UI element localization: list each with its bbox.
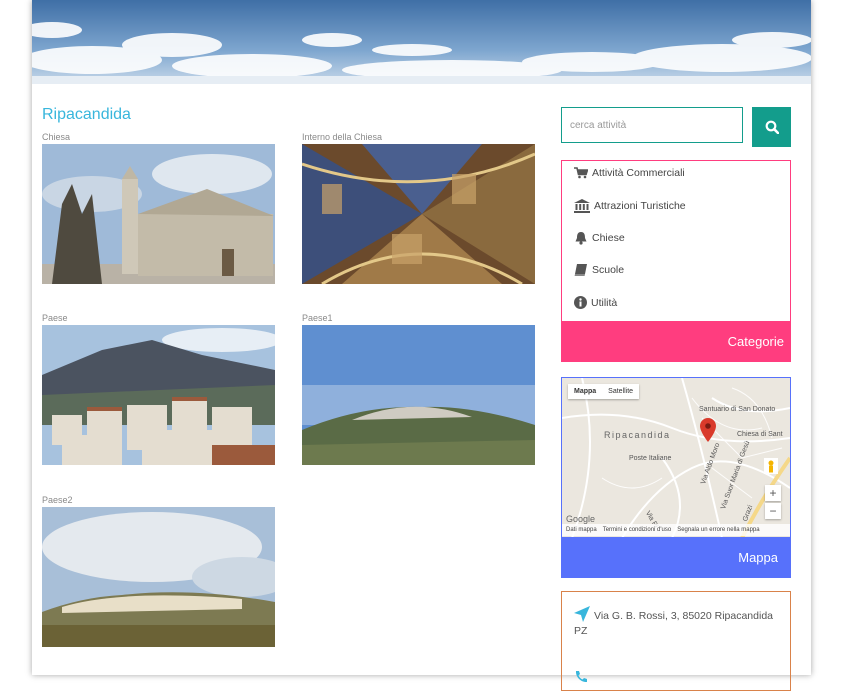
fresco-photo[interactable] xyxy=(302,144,535,284)
photo-card[interactable]: Paese2 xyxy=(42,494,275,647)
pegman-icon xyxy=(764,458,778,474)
category-label: Scuole xyxy=(592,264,625,276)
map-poi-label: Poste Italiane xyxy=(629,455,672,462)
photo-card[interactable]: Paese xyxy=(42,312,275,465)
categories-footer: Categorie xyxy=(562,321,790,361)
map-town-label: Ripacandida xyxy=(604,430,671,440)
book-icon xyxy=(574,264,587,276)
hill-town-photo[interactable] xyxy=(302,325,535,465)
photo-card[interactable]: Interno della Chiesa xyxy=(302,131,535,284)
category-label: Attività Commerciali xyxy=(592,167,685,179)
category-label: Chiese xyxy=(592,232,625,244)
map-footer: Mappa xyxy=(562,537,790,577)
map-terms-link[interactable]: Termini e condizioni d'uso xyxy=(603,527,672,533)
photo-caption: Interno della Chiesa xyxy=(302,132,383,142)
map-canvas[interactable] xyxy=(562,378,790,538)
town-panorama-photo[interactable] xyxy=(42,507,275,647)
bank-icon xyxy=(574,199,590,213)
category-item-utilities[interactable]: Utilità xyxy=(574,296,617,309)
category-label: Attrazioni Turistiche xyxy=(594,200,686,212)
map-poi-label: Santuario di San Donato xyxy=(699,406,776,413)
church-photo[interactable] xyxy=(42,144,275,284)
map-zoom-in-button[interactable]: + xyxy=(765,485,781,501)
map-tab-map[interactable]: Mappa xyxy=(568,384,602,399)
phone-icon xyxy=(575,671,587,683)
map-zoom-out-button[interactable]: − xyxy=(765,503,781,519)
categories-panel: Attività Commerciali Attrazioni Turistic… xyxy=(561,160,791,362)
photo-caption: Paese1 xyxy=(302,313,333,323)
map-panel: Mappa Satellite Ripacandida Santuario di… xyxy=(561,377,791,578)
header-banner xyxy=(32,0,811,84)
map-data-link[interactable]: Dati mappa xyxy=(566,527,597,533)
info-icon xyxy=(574,296,587,309)
category-item-churches[interactable]: Chiese xyxy=(574,231,625,245)
photo-card[interactable]: Chiesa xyxy=(42,131,275,284)
village-photo[interactable] xyxy=(42,325,275,465)
category-item-commercial[interactable]: Attività Commerciali xyxy=(574,167,685,179)
cart-icon xyxy=(574,167,588,179)
google-logo: Google xyxy=(566,514,596,524)
bell-icon xyxy=(575,232,587,245)
photo-caption: Chiesa xyxy=(42,132,71,142)
address-block: Via G. B. Rossi, 3, 85020 Ripacandida PZ xyxy=(574,606,779,639)
map-report-link[interactable]: Segnala un errore nella mappa xyxy=(677,527,759,533)
address-text: Via G. B. Rossi, 3, 85020 Ripacandida PZ xyxy=(574,610,773,637)
page-title: Ripacandida xyxy=(42,106,131,123)
address-panel: Via G. B. Rossi, 3, 85020 Ripacandida PZ xyxy=(561,591,791,691)
category-item-schools[interactable]: Scuole xyxy=(574,264,624,276)
category-item-attractions[interactable]: Attrazioni Turistiche xyxy=(574,199,686,213)
map-tab-satellite[interactable]: Satellite xyxy=(602,384,639,399)
photo-caption: Paese xyxy=(42,313,68,323)
photo-card[interactable]: Paese1 xyxy=(302,312,535,465)
search-button[interactable] xyxy=(752,107,791,147)
page-container: Ripacandida Chiesa Interno della Chiesa xyxy=(32,0,811,691)
search-icon xyxy=(765,120,779,134)
map-type-tabs: Mappa Satellite xyxy=(568,384,640,399)
map-attribution: Google Dati mappa Termini e condizioni d… xyxy=(562,514,790,536)
photo-caption: Paese2 xyxy=(42,495,73,505)
map-poi-label: Chiesa di Sant xyxy=(737,431,783,438)
location-arrow-icon xyxy=(574,606,590,622)
category-label: Utilità xyxy=(591,296,618,309)
search-input[interactable] xyxy=(561,107,743,143)
